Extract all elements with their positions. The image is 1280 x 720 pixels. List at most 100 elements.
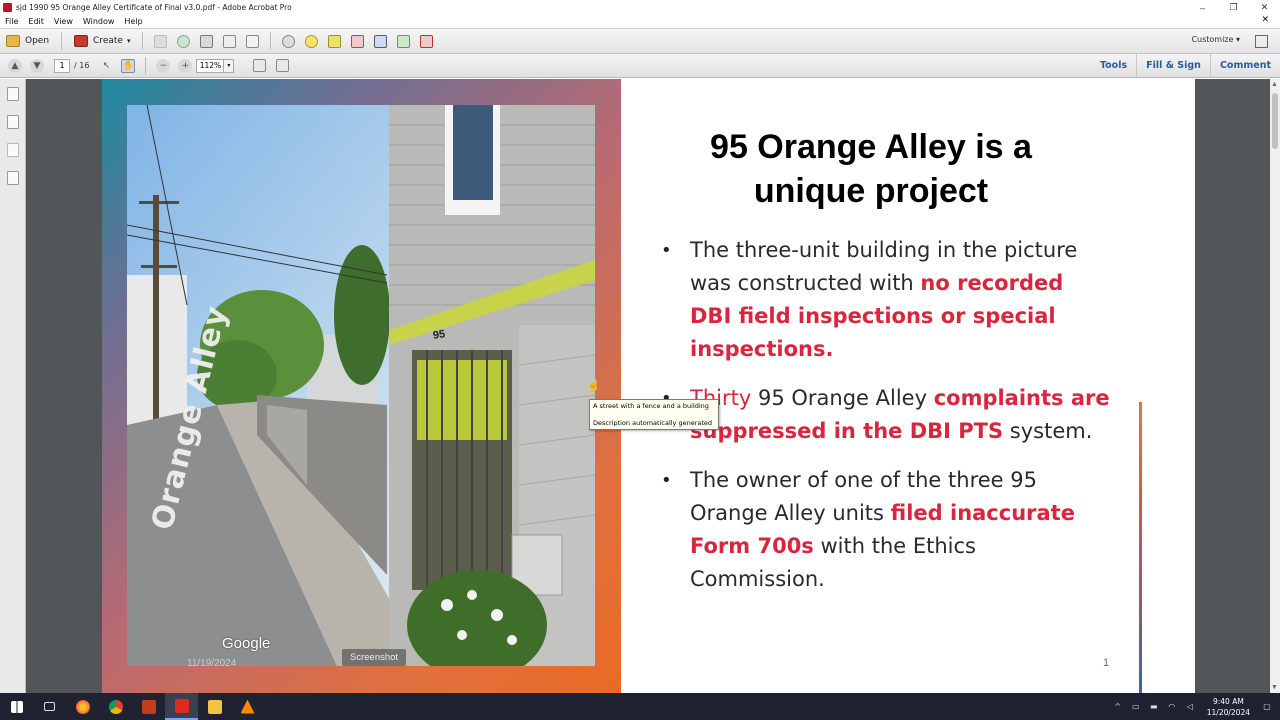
task-view-button[interactable] — [33, 693, 66, 720]
page-number-input[interactable]: 1 — [54, 58, 70, 73]
navigation-toolbar: ▲ ▼ 1 / 16 ↖ ✋ − + 112% ▾ Tools Fill & S… — [0, 54, 1280, 78]
bullet-item: • The three-unit building in the picture… — [661, 234, 1111, 366]
taskbar-clock[interactable]: 9:40 AM 11/20/2024 — [1207, 696, 1250, 718]
toolbar-divider — [142, 32, 144, 50]
chevron-up-icon[interactable]: ^ — [1113, 702, 1123, 712]
scrollbar-thumb[interactable] — [1272, 93, 1278, 149]
taskbar-vlc[interactable] — [231, 693, 264, 720]
attachments-icon[interactable] — [6, 143, 19, 157]
full-screen-icon[interactable] — [276, 59, 290, 72]
stamp-icon[interactable] — [351, 34, 365, 48]
cloud-upload-icon[interactable] — [177, 34, 191, 48]
bullet-item: • The owner of one of the three 95 Orang… — [661, 464, 1111, 596]
bullet-dot: • — [661, 470, 672, 491]
edit-icon[interactable] — [223, 34, 237, 48]
tooltip-line1: A street with a fence and a building — [593, 402, 709, 410]
bullet2-text: 95 Orange Alley — [751, 386, 934, 410]
create-button[interactable]: Create ▾ — [68, 30, 136, 52]
volume-icon[interactable]: ◁ — [1185, 702, 1195, 712]
pdf-page: Orange Alley 95 Google 11/19/2024 Screen… — [102, 79, 1195, 693]
taskbar-powerpoint[interactable] — [132, 693, 165, 720]
navigation-pane — [0, 79, 26, 693]
hand-cursor-icon: ☝ — [587, 380, 601, 392]
file-explorer-icon — [207, 699, 222, 714]
google-watermark: Google — [222, 635, 271, 652]
menu-bar: File Edit View Window Help ✕ — [0, 15, 1280, 28]
expand-icon[interactable] — [1255, 35, 1268, 48]
title-bar: sjd 1990 95 Orange Alley Certificate of … — [0, 0, 1280, 15]
zoom-in-icon[interactable]: + — [178, 58, 193, 73]
close-document-button[interactable]: ✕ — [1256, 15, 1274, 25]
page-thumbnails-icon[interactable] — [6, 87, 19, 101]
tools-link[interactable]: Tools — [1091, 54, 1136, 78]
slide-text-panel: 95 Orange Alley is a unique project • Th… — [621, 79, 1195, 693]
create-pdf-icon — [74, 35, 89, 47]
clock-date: 11/20/2024 — [1206, 707, 1250, 717]
restore-button[interactable]: ❐ — [1218, 2, 1249, 13]
bullet-list: • The three-unit building in the picture… — [661, 234, 1111, 612]
toolbar-divider — [61, 32, 63, 50]
battery-icon[interactable]: ▬ — [1149, 702, 1159, 712]
menu-help[interactable]: Help — [119, 17, 147, 26]
previous-page-icon[interactable]: ▲ — [8, 58, 22, 73]
scroll-up-icon[interactable]: ▲ — [1271, 81, 1278, 88]
zoom-level-input[interactable]: 112% — [196, 58, 225, 73]
menu-edit[interactable]: Edit — [23, 17, 49, 26]
comment-link[interactable]: Comment — [1209, 54, 1280, 78]
acrobat-app-icon — [3, 3, 12, 12]
taskbar-firefox[interactable] — [66, 693, 99, 720]
wifi-icon[interactable]: ◠ — [1167, 702, 1177, 712]
email-icon[interactable] — [246, 34, 260, 48]
zoom-out-icon[interactable]: − — [156, 58, 171, 73]
menu-view[interactable]: View — [49, 17, 78, 26]
task-pane-links: Tools Fill & Sign Comment — [1091, 54, 1280, 78]
accent-line — [1139, 402, 1142, 693]
customize-menu[interactable]: Customize ▾ — [1191, 35, 1240, 44]
hand-tool-icon[interactable]: ✋ — [121, 58, 136, 73]
network-icon[interactable]: ▭ — [1131, 702, 1141, 712]
create-label: Create — [93, 36, 123, 46]
export-icon[interactable] — [397, 34, 411, 48]
open-button[interactable]: Open — [0, 30, 55, 52]
bullet-dot: • — [661, 240, 672, 261]
main-toolbar: Open Create ▾ Customize ▾ — [0, 28, 1280, 54]
next-page-icon[interactable]: ▼ — [30, 58, 44, 73]
fit-page-icon[interactable] — [253, 59, 267, 72]
share-icon[interactable] — [374, 34, 388, 48]
select-tool-icon[interactable]: ↖ — [99, 59, 113, 73]
sign-icon[interactable] — [420, 34, 434, 48]
settings-gear-icon[interactable] — [282, 34, 296, 48]
bookmarks-icon[interactable] — [6, 115, 19, 129]
minimize-button[interactable]: – — [1187, 3, 1218, 13]
comment-bubble-icon[interactable] — [305, 34, 319, 48]
notifications-icon[interactable]: ▢ — [1262, 702, 1272, 712]
vertical-scrollbar[interactable]: ▲ ▼ — [1270, 79, 1280, 693]
house-number: 95 — [432, 328, 447, 342]
toolbar-divider — [145, 56, 147, 75]
highlight-icon[interactable] — [328, 34, 342, 48]
menu-window[interactable]: Window — [78, 17, 120, 26]
taskbar-acrobat[interactable] — [165, 693, 198, 720]
start-button[interactable] — [0, 693, 33, 720]
clock-time: 9:40 AM — [1212, 696, 1244, 706]
close-window-button[interactable]: ✕ — [1249, 2, 1280, 13]
photo-date: 11/19/2024 — [187, 658, 237, 666]
print-icon[interactable] — [200, 34, 214, 48]
scroll-down-icon[interactable]: ▼ — [1271, 684, 1278, 691]
save-icon[interactable] — [154, 34, 168, 48]
signatures-icon[interactable] — [6, 171, 19, 185]
slide-title: 95 Orange Alley is a unique project — [661, 125, 1081, 213]
alt-text-tooltip: A street with a fence and a building Des… — [589, 399, 719, 430]
acrobat-icon — [174, 698, 189, 713]
powerpoint-icon — [141, 699, 156, 714]
windows-taskbar: ^ ▭ ▬ ◠ ◁ 9:40 AM 11/20/2024 ▢ — [0, 693, 1280, 720]
fill-sign-link[interactable]: Fill & Sign — [1136, 54, 1210, 78]
zoom-dropdown[interactable]: ▾ — [224, 58, 235, 73]
task-view-icon — [44, 702, 55, 711]
slide-title-line1: 95 Orange Alley is a — [710, 128, 1032, 166]
chrome-icon — [108, 699, 123, 714]
taskbar-file-explorer[interactable] — [198, 693, 231, 720]
taskbar-chrome[interactable] — [99, 693, 132, 720]
menu-file[interactable]: File — [0, 17, 23, 26]
slide-title-line2: unique project — [753, 172, 989, 210]
